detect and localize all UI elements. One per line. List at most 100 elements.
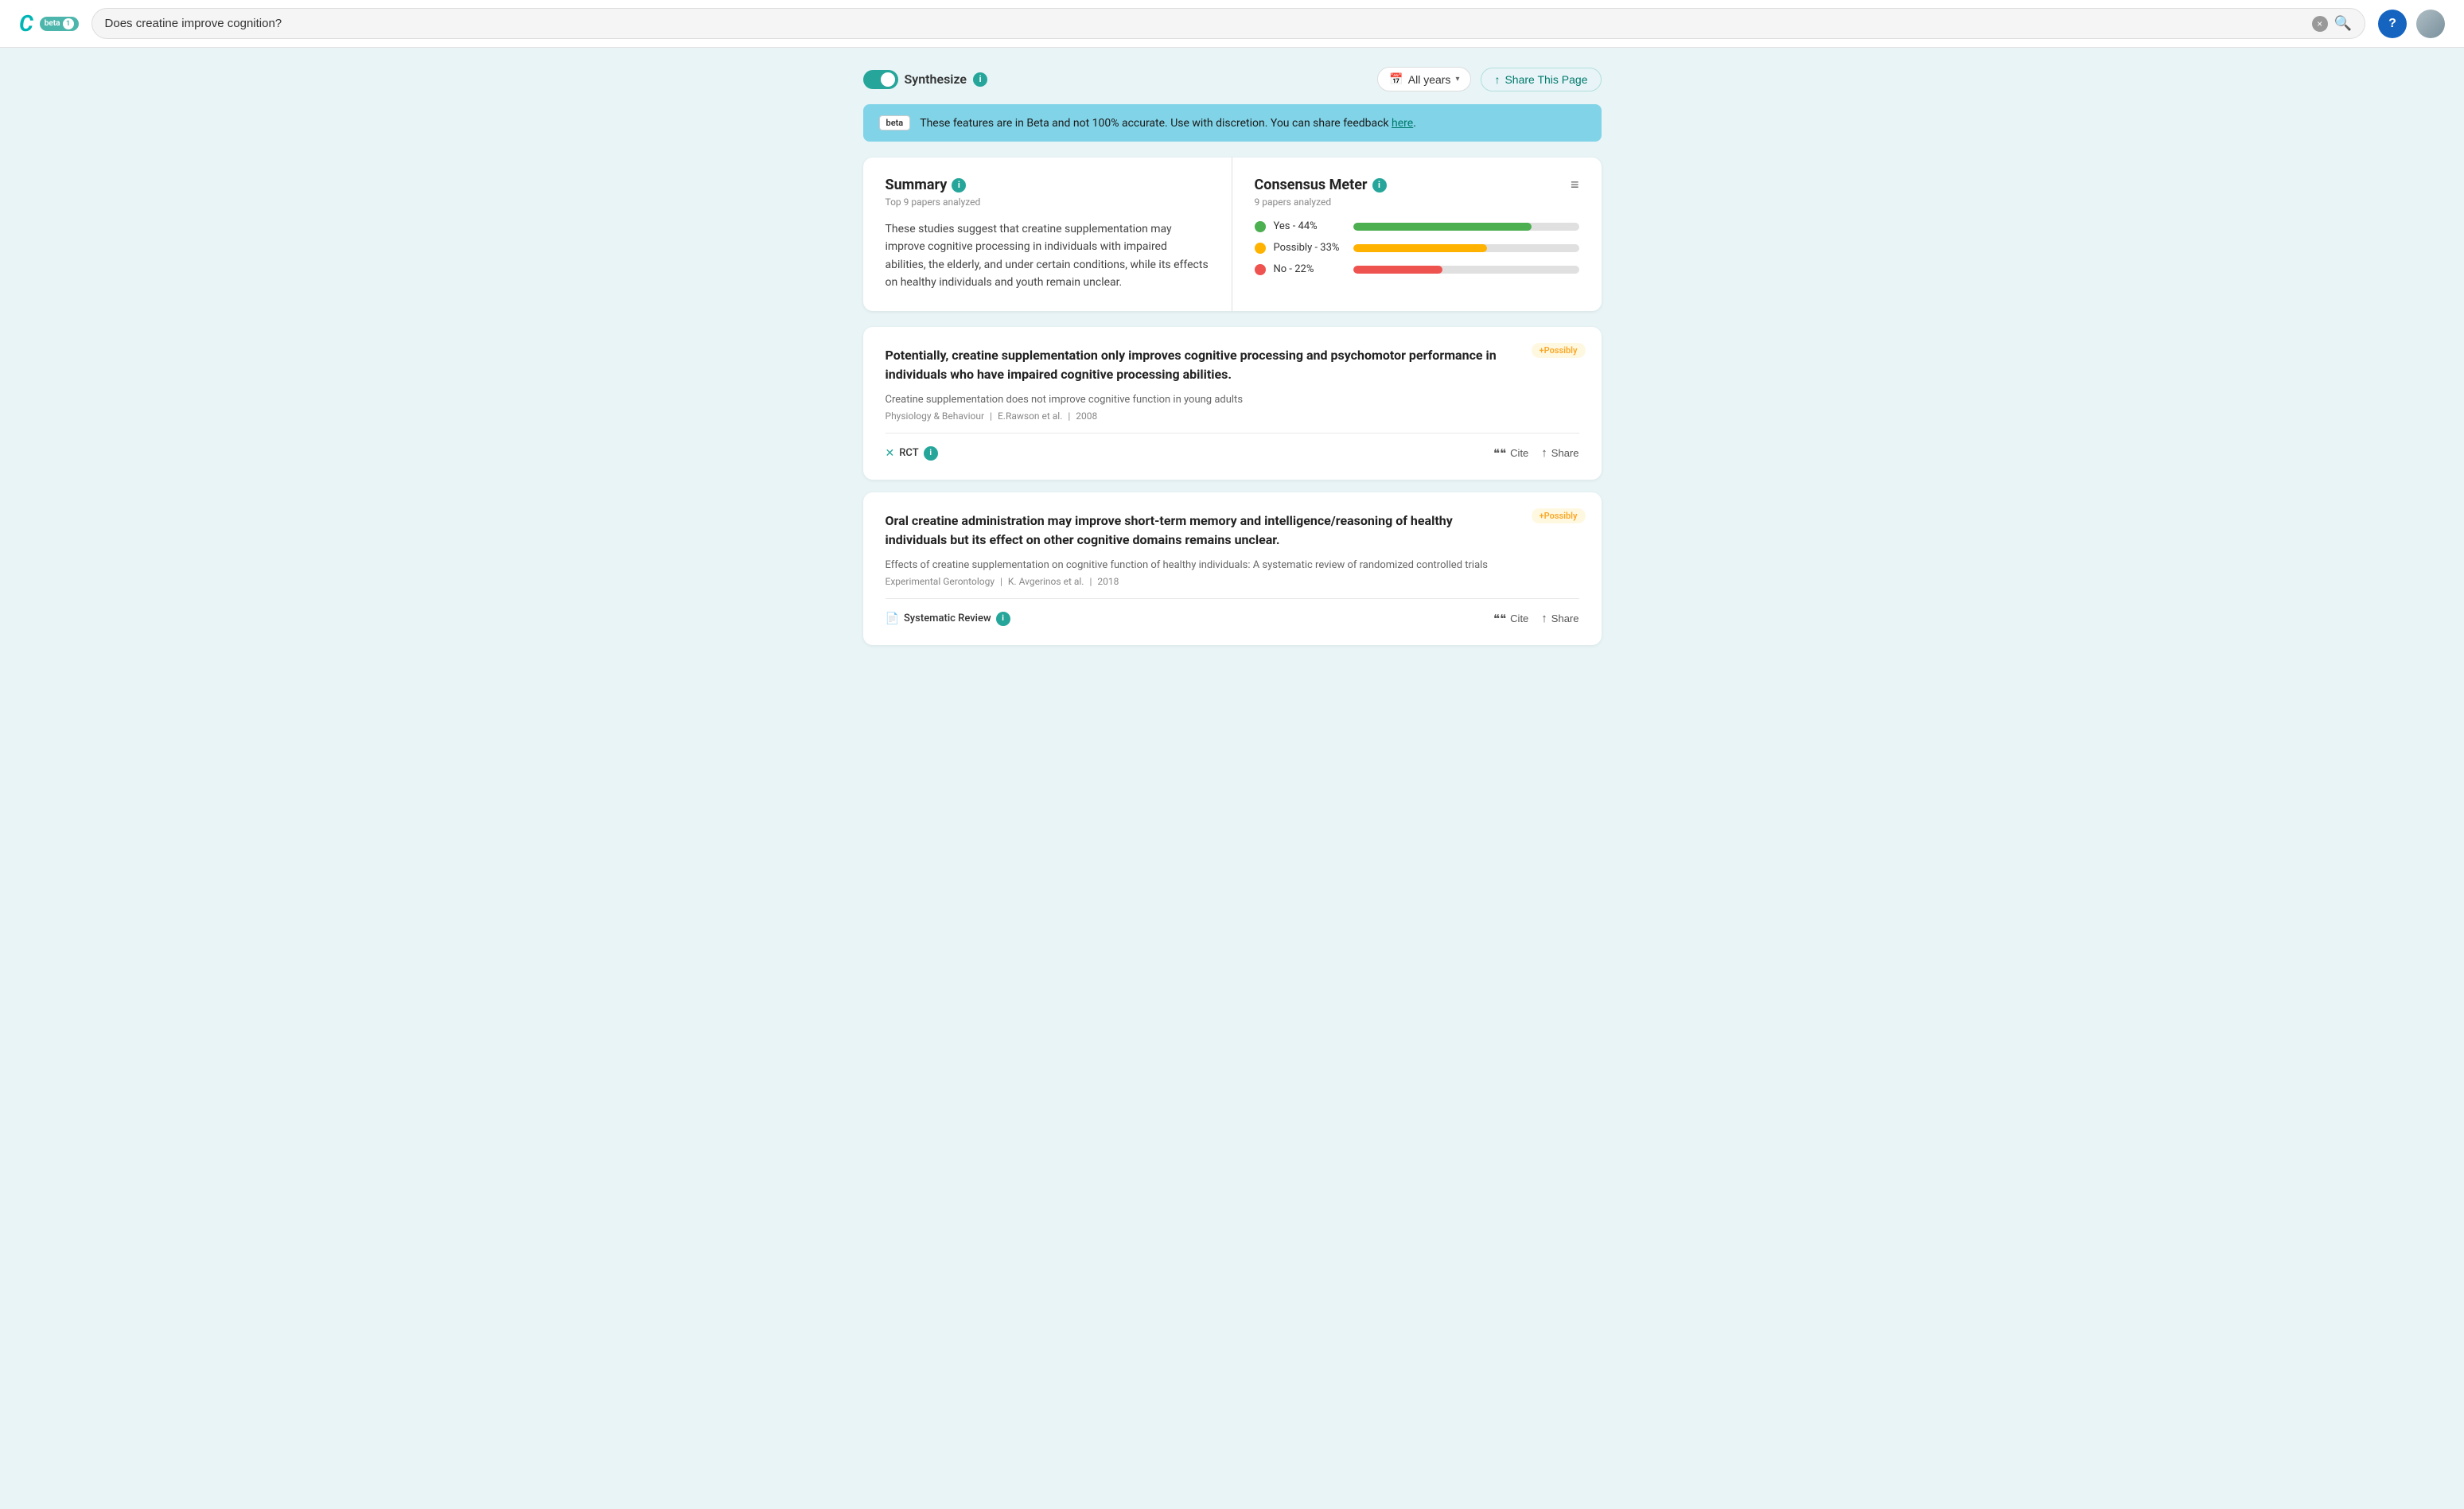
toggle-knob xyxy=(881,72,895,87)
paper-actions: ❝❝ Cite ↑ Share xyxy=(1493,446,1578,461)
share-page-button[interactable]: ↑ Share This Page xyxy=(1481,68,1601,91)
beta-banner: beta These features are in Beta and not … xyxy=(863,104,1602,142)
meter-row: No - 22% xyxy=(1255,263,1579,275)
meter-label: Possibly - 33% xyxy=(1274,242,1345,254)
search-input[interactable] xyxy=(105,17,2306,30)
paper-type-info-icon[interactable]: i xyxy=(996,612,1010,626)
meter-dot xyxy=(1255,243,1266,254)
consensus-pane: Consensus Meter i 9 papers analyzed ≡ Ye… xyxy=(1232,158,1602,311)
paper-year: 2008 xyxy=(1076,410,1097,422)
consensus-meter-rows: Yes - 44% Possibly - 33% No - 22% xyxy=(1255,220,1579,275)
avatar[interactable] xyxy=(2416,10,2445,38)
paper-authors: K. Avgerinos et al. xyxy=(1008,576,1084,587)
main-content: Synthesize i 📅 All years ▾ ↑ Share This … xyxy=(851,48,1614,677)
share-action-icon: ↑ xyxy=(1541,446,1547,460)
summary-pane: Summary i Top 9 papers analyzed These st… xyxy=(863,158,1232,311)
synthesize-label: Synthesize xyxy=(905,72,967,87)
beta-label: beta xyxy=(45,19,60,28)
search-submit-button[interactable]: 🔍 xyxy=(2334,15,2352,32)
paper-cards-container: +Possibly Potentially, creatine suppleme… xyxy=(863,327,1602,645)
meter-label: Yes - 44% xyxy=(1274,220,1345,232)
controls-right: 📅 All years ▾ ↑ Share This Page xyxy=(1377,67,1601,91)
beta-banner-badge: beta xyxy=(879,115,911,130)
paper-type-info-icon[interactable]: i xyxy=(924,446,938,461)
cite-button[interactable]: ❝❝ Cite xyxy=(1493,612,1528,626)
paper-journal: Experimental Gerontology xyxy=(886,576,995,587)
paper-footer: 📄 Systematic Review i ❝❝ Cite ↑ Share xyxy=(886,612,1579,626)
meter-row: Possibly - 33% xyxy=(1255,242,1579,254)
meter-bar-fill xyxy=(1353,223,1532,231)
header-right: ? xyxy=(2378,10,2445,38)
paper-type-label: RCT xyxy=(899,447,918,459)
consensus-info-icon[interactable]: i xyxy=(1372,178,1387,193)
paper-meta: Experimental Gerontology | K. Avgerinos … xyxy=(886,576,1579,587)
paper-year: 2018 xyxy=(1097,576,1119,587)
meta-separator2: | xyxy=(1068,410,1072,422)
meta-separator2: | xyxy=(1089,576,1094,587)
summary-text: These studies suggest that creatine supp… xyxy=(886,220,1209,292)
feedback-link[interactable]: here xyxy=(1392,117,1413,130)
paper-title: Oral creatine administration may improve… xyxy=(886,511,1579,550)
paper-subtitle: Effects of creatine supplementation on c… xyxy=(886,559,1579,571)
meta-separator: | xyxy=(1000,576,1005,587)
paper-meta: Physiology & Behaviour | E.Rawson et al.… xyxy=(886,410,1579,422)
calendar-icon: 📅 xyxy=(1389,72,1403,86)
controls-row: Synthesize i 📅 All years ▾ ↑ Share This … xyxy=(863,67,1602,91)
search-clear-button[interactable]: × xyxy=(2312,16,2328,32)
rct-icon: ✕ xyxy=(886,447,895,460)
paper-authors: E.Rawson et al. xyxy=(998,410,1062,422)
paper-divider xyxy=(886,598,1579,599)
paper-title: Potentially, creatine supplementation on… xyxy=(886,346,1579,384)
beta-count: 1 xyxy=(63,18,74,29)
search-icon: 🔍 xyxy=(2334,15,2352,31)
header: C beta 1 × 🔍 ? xyxy=(0,0,2464,48)
avatar-image xyxy=(2416,10,2445,38)
meter-bar-fill xyxy=(1353,266,1442,274)
meter-bar-bg xyxy=(1353,244,1579,252)
synthesize-info-icon[interactable]: i xyxy=(973,72,987,87)
paper-footer: ✕ RCT i ❝❝ Cite ↑ Share xyxy=(886,446,1579,461)
logo-icon: C xyxy=(19,10,33,37)
chevron-down-icon: ▾ xyxy=(1455,75,1459,84)
cite-label: Cite xyxy=(1510,447,1528,459)
consensus-filter-icon[interactable]: ≡ xyxy=(1571,177,1579,193)
paper-type-badge: 📄 Systematic Review i xyxy=(886,612,1010,626)
synthesize-toggle[interactable] xyxy=(863,70,898,89)
year-filter-button[interactable]: 📅 All years ▾ xyxy=(1377,67,1471,91)
consensus-title-group: Consensus Meter i 9 papers analyzed xyxy=(1255,177,1387,220)
summary-info-icon[interactable]: i xyxy=(952,178,966,193)
meter-label: No - 22% xyxy=(1274,263,1345,275)
synthesize-toggle-group: Synthesize i xyxy=(863,70,988,89)
meter-dot xyxy=(1255,221,1266,232)
summary-title: Summary i xyxy=(886,177,1209,193)
beta-banner-text: These features are in Beta and not 100% … xyxy=(920,117,1416,130)
meta-separator: | xyxy=(990,410,995,422)
year-filter-label: All years xyxy=(1408,73,1451,86)
cite-icon: ❝❝ xyxy=(1493,612,1506,626)
meter-row: Yes - 44% xyxy=(1255,220,1579,232)
meter-dot xyxy=(1255,264,1266,275)
paper-subtitle: Creatine supplementation does not improv… xyxy=(886,394,1579,406)
meter-bar-bg xyxy=(1353,223,1579,231)
cite-button[interactable]: ❝❝ Cite xyxy=(1493,446,1528,461)
paper-divider xyxy=(886,433,1579,434)
beta-badge: beta 1 xyxy=(40,17,79,31)
paper-journal: Physiology & Behaviour xyxy=(886,410,985,422)
consensus-subtitle: 9 papers analyzed xyxy=(1255,196,1387,208)
summary-consensus-grid: Summary i Top 9 papers analyzed These st… xyxy=(863,158,1602,311)
share-action-icon: ↑ xyxy=(1541,612,1547,625)
paper-card: +Possibly Potentially, creatine suppleme… xyxy=(863,327,1602,480)
paper-card: +Possibly Oral creatine administration m… xyxy=(863,492,1602,645)
share-button[interactable]: ↑ Share xyxy=(1541,446,1578,460)
share-page-label: Share This Page xyxy=(1504,73,1587,86)
logo: C beta 1 xyxy=(19,10,79,37)
paper-tag: +Possibly xyxy=(1532,343,1586,358)
meter-bar-fill xyxy=(1353,244,1488,252)
share-button[interactable]: ↑ Share xyxy=(1541,612,1578,625)
cite-label: Cite xyxy=(1510,613,1528,624)
paper-type-label: Systematic Review xyxy=(904,613,991,624)
share-label: Share xyxy=(1551,613,1579,624)
help-button[interactable]: ? xyxy=(2378,10,2407,38)
sysrev-icon: 📄 xyxy=(886,613,899,625)
paper-type-badge: ✕ RCT i xyxy=(886,446,938,461)
